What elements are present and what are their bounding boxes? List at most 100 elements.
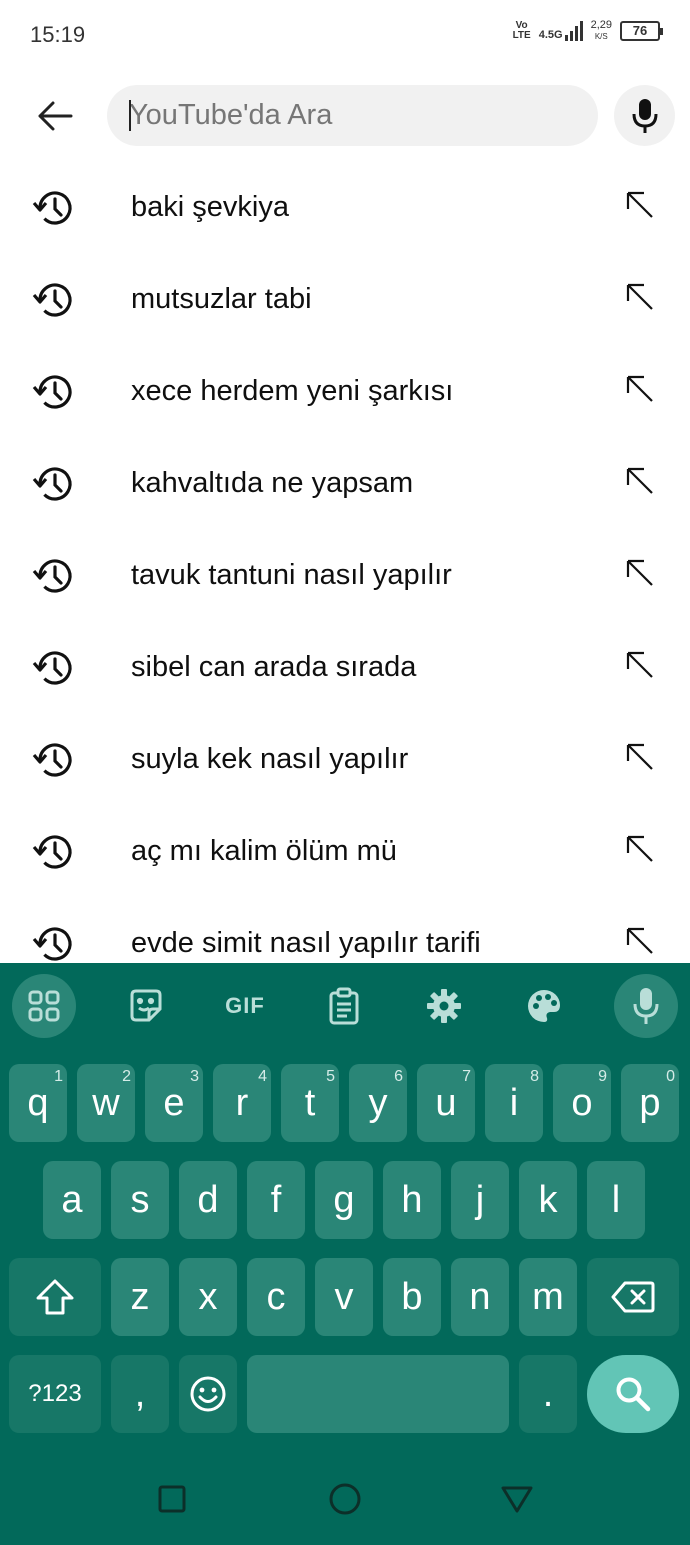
suggestion-text: evde simit nasıl yapılır tarifi (131, 927, 481, 959)
key-h[interactable]: h (383, 1161, 441, 1239)
battery-level: 76 (632, 23, 648, 38)
backspace-key[interactable] (587, 1258, 679, 1336)
signal-icon (564, 21, 583, 41)
shift-key[interactable] (9, 1258, 101, 1336)
key-c[interactable]: c (247, 1258, 305, 1336)
gear-icon (427, 989, 461, 1023)
key-a[interactable]: a (43, 1161, 101, 1239)
suggestion-item[interactable]: mutsuzlar tabi (0, 255, 690, 347)
soft-keyboard: GIF q 1 w 2 e 3 r 4 t 5 y 6 u 7 i 8 o 9 … (0, 963, 690, 1545)
arrow-up-left-icon[interactable] (622, 371, 656, 405)
key-label: p (639, 1081, 661, 1124)
key-q[interactable]: q1 (9, 1064, 67, 1142)
history-icon (32, 467, 72, 501)
key-label: u (435, 1081, 457, 1124)
suggestion-text: sibel can arada sırada (131, 651, 417, 683)
comma-key[interactable]: , (111, 1355, 169, 1433)
key-u[interactable]: u7 (417, 1064, 475, 1142)
key-label: e (163, 1081, 185, 1124)
key-label: . (542, 1372, 554, 1415)
key-hint: 9 (598, 1068, 607, 1085)
arrow-up-left-icon[interactable] (622, 647, 656, 681)
arrow-up-left-icon[interactable] (622, 555, 656, 589)
arrow-up-left-icon[interactable] (622, 279, 656, 313)
key-p[interactable]: p0 (621, 1064, 679, 1142)
key-g[interactable]: g (315, 1161, 373, 1239)
suggestion-text: baki şevkiya (131, 191, 289, 223)
circle-icon (329, 1483, 361, 1515)
volte-indicator: Vo LTE (513, 21, 531, 41)
key-l[interactable]: l (587, 1161, 645, 1239)
key-hint: 6 (394, 1068, 403, 1085)
voice-search-button[interactable] (614, 85, 675, 146)
key-b[interactable]: b (383, 1258, 441, 1336)
nav-back-button[interactable] (492, 1474, 542, 1524)
recents-button[interactable] (147, 1474, 197, 1524)
suggestion-item[interactable]: aç mı kalim ölüm mü (0, 807, 690, 899)
key-s[interactable]: s (111, 1161, 169, 1239)
suggestion-item[interactable]: suyla kek nasıl yapılır (0, 715, 690, 807)
suggestion-text: aç mı kalim ölüm mü (131, 835, 397, 867)
symbols-key[interactable]: ?123 (9, 1355, 101, 1433)
triangle-icon (501, 1486, 533, 1513)
arrow-left-icon (38, 101, 73, 131)
key-t[interactable]: t5 (281, 1064, 339, 1142)
key-label: q (27, 1081, 49, 1124)
arrow-up-left-icon[interactable] (622, 739, 656, 773)
key-hint: 8 (530, 1068, 539, 1085)
suggestion-text: mutsuzlar tabi (131, 283, 312, 315)
emoji-key[interactable] (179, 1355, 237, 1433)
key-y[interactable]: y6 (349, 1064, 407, 1142)
apps-grid-button[interactable] (12, 974, 76, 1038)
key-f[interactable]: f (247, 1161, 305, 1239)
square-icon (158, 1485, 186, 1513)
search-box[interactable] (107, 85, 598, 146)
arrow-up-left-icon[interactable] (622, 463, 656, 497)
keyboard-voice-button[interactable] (614, 974, 678, 1038)
key-hint: 7 (462, 1068, 471, 1085)
key-d[interactable]: d (179, 1161, 237, 1239)
home-button[interactable] (320, 1474, 370, 1524)
arrow-up-left-icon[interactable] (622, 187, 656, 221)
key-label: , (134, 1372, 146, 1415)
arrow-up-left-icon[interactable] (622, 923, 656, 957)
history-icon (32, 651, 72, 685)
key-i[interactable]: i8 (485, 1064, 543, 1142)
suggestion-item[interactable]: sibel can arada sırada (0, 623, 690, 715)
space-key[interactable] (247, 1355, 509, 1433)
key-n[interactable]: n (451, 1258, 509, 1336)
sticker-button[interactable] (114, 974, 178, 1038)
gif-button[interactable]: GIF (213, 974, 277, 1038)
clipboard-button[interactable] (312, 974, 376, 1038)
key-r[interactable]: r4 (213, 1064, 271, 1142)
key-o[interactable]: o9 (553, 1064, 611, 1142)
suggestion-item[interactable]: evde simit nasıl yapılır tarifi (0, 899, 690, 963)
text-cursor (129, 100, 131, 131)
back-button[interactable] (30, 93, 80, 139)
history-icon (32, 835, 72, 869)
suggestion-item[interactable]: xece herdem yeni şarkısı (0, 347, 690, 439)
key-hint: 5 (326, 1068, 335, 1085)
key-w[interactable]: w2 (77, 1064, 135, 1142)
key-v[interactable]: v (315, 1258, 373, 1336)
key-m[interactable]: m (519, 1258, 577, 1336)
theme-button[interactable] (512, 974, 576, 1038)
search-key[interactable] (587, 1355, 679, 1433)
suggestion-item[interactable]: kahvaltıda ne yapsam (0, 439, 690, 531)
sticker-icon (130, 989, 162, 1022)
key-e[interactable]: e3 (145, 1064, 203, 1142)
key-label: ?123 (28, 1380, 82, 1407)
period-key[interactable]: . (519, 1355, 577, 1433)
settings-button[interactable] (412, 974, 476, 1038)
key-label: o (571, 1081, 593, 1124)
suggestion-item[interactable]: tavuk tantuni nasıl yapılır (0, 531, 690, 623)
suggestion-item[interactable]: baki şevkiya (0, 163, 690, 255)
key-j[interactable]: j (451, 1161, 509, 1239)
search-input[interactable] (129, 85, 579, 146)
arrow-up-left-icon[interactable] (622, 831, 656, 865)
key-z[interactable]: z (111, 1258, 169, 1336)
key-k[interactable]: k (519, 1161, 577, 1239)
key-x[interactable]: x (179, 1258, 237, 1336)
key-label: f (270, 1178, 282, 1221)
key-label: k (538, 1178, 558, 1221)
